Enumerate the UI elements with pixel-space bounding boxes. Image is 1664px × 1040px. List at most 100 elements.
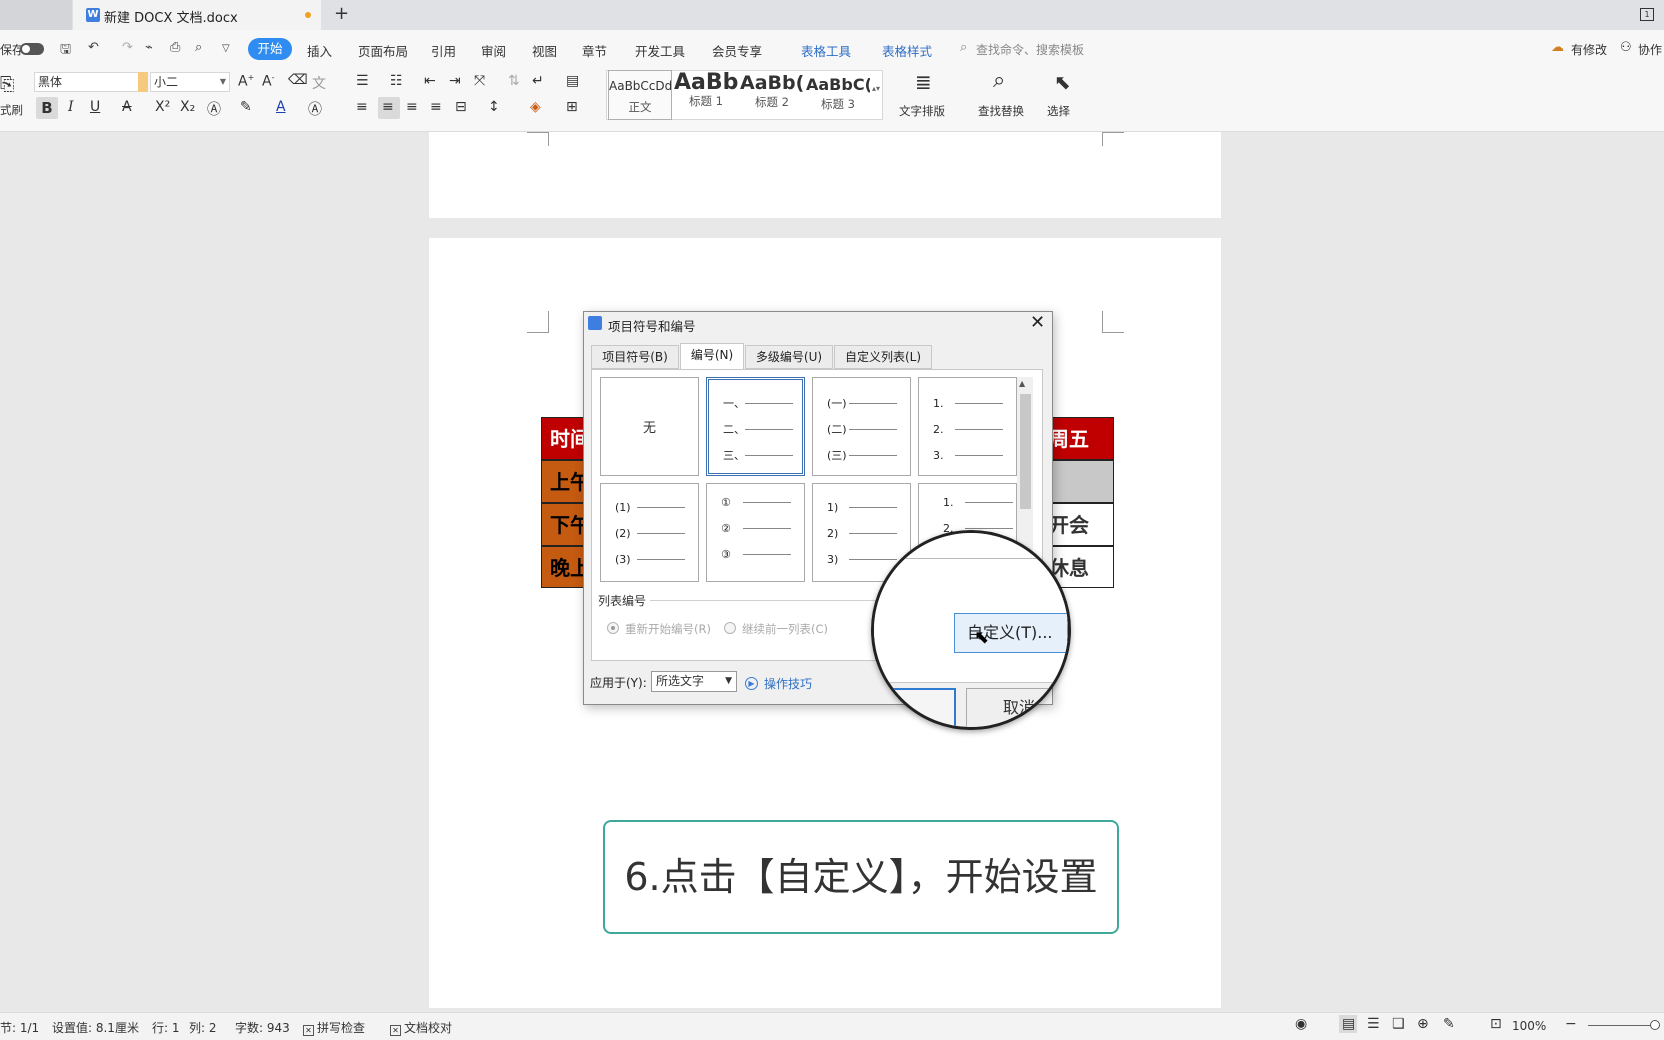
phonetic-icon[interactable]: 文 [312, 73, 326, 93]
collaborate-button[interactable]: 协作 [1638, 41, 1662, 58]
underline-button[interactable]: U [90, 99, 100, 115]
menu-references[interactable]: 引用 [431, 41, 456, 60]
select-button[interactable]: 选择 [1047, 103, 1070, 119]
numbered-list-icon[interactable]: ☷ [390, 73, 403, 89]
tab-previous[interactable] [0, 0, 72, 30]
close-icon[interactable]: ✕ [1030, 312, 1045, 333]
menu-start[interactable]: 开始 [248, 38, 292, 60]
web-view-icon[interactable]: ⊕ [1417, 1016, 1429, 1032]
sort-icon[interactable]: ⇅ [508, 73, 520, 89]
has-changes-button[interactable]: 有修改 [1571, 41, 1607, 58]
menu-page-layout[interactable]: 页面布局 [358, 41, 408, 60]
style-heading-1[interactable]: AaBb 标题 1 [674, 70, 738, 120]
style-heading-3[interactable]: AaBbC( 标题 3 [806, 70, 870, 120]
print-preview-icon[interactable]: ⌕ [195, 40, 202, 55]
autosave-toggle[interactable] [20, 43, 44, 55]
show-marks-icon[interactable]: ↵ [532, 73, 544, 89]
menu-chapter[interactable]: 章节 [582, 41, 607, 60]
font-name-select[interactable]: 黑体 [34, 72, 148, 92]
numbering-option-paren-decimal[interactable]: (1) (2) (3) [600, 483, 699, 582]
font-name-dropdown-icon[interactable] [138, 72, 148, 92]
customize-dropdown-icon[interactable]: ▽ [222, 43, 230, 54]
highlight-icon[interactable]: ✎ [240, 99, 252, 115]
ruler-icon[interactable]: ▤ [566, 73, 579, 89]
undo-icon[interactable]: ↶ [88, 40, 99, 55]
spell-check-button[interactable]: ✕ 拼写检查 [303, 1019, 365, 1036]
format-painter-big-icon[interactable]: ⎘ [0, 74, 14, 95]
grow-font-icon[interactable]: A+ [238, 73, 254, 90]
find-replace-button[interactable]: 查找替换 [978, 103, 1024, 119]
print-icon[interactable]: ⎙ [170, 40, 180, 55]
subscript-icon[interactable]: X₂ [180, 99, 195, 115]
edit-view-icon[interactable]: ✎ [1443, 1016, 1455, 1032]
numbering-option-none[interactable]: 无 [600, 377, 699, 476]
table-header-cell[interactable]: 周五 [1046, 417, 1114, 460]
window-layout-icon[interactable]: 1 [1640, 8, 1654, 21]
tips-link[interactable]: 操作技巧 [764, 675, 812, 692]
eye-protection-icon[interactable]: ◉ [1295, 1016, 1307, 1032]
italic-button[interactable]: I [68, 99, 74, 115]
status-section[interactable]: 节: 1/1 [0, 1019, 39, 1036]
increase-indent-icon[interactable]: ⇥ [449, 73, 461, 89]
tab-bullets[interactable]: 项目符号(B) [591, 345, 679, 369]
chinese-layout-icon[interactable]: ⤧ [474, 73, 485, 89]
reading-view-icon[interactable]: ❑ [1392, 1016, 1405, 1032]
numbering-option-chinese[interactable]: 一、 二、 三、 [706, 377, 805, 476]
menu-table-tools[interactable]: 表格工具 [801, 41, 851, 60]
bold-button[interactable]: B [36, 97, 58, 119]
text-effect-icon[interactable]: Ⓐ [207, 99, 221, 119]
menu-review[interactable]: 审阅 [481, 41, 506, 60]
table-cell[interactable]: 下午 [541, 503, 585, 546]
custom-button[interactable]: 自定义(T)... [954, 613, 1068, 653]
strikethrough-icon[interactable]: A [122, 99, 132, 115]
text-layout-icon[interactable]: ≣ [915, 70, 932, 94]
text-layout-button[interactable]: 文字排版 [899, 103, 945, 119]
style-scroll-icon[interactable]: ▴▾ [872, 84, 880, 93]
continue-numbering-radio[interactable] [724, 622, 736, 634]
ok-button[interactable]: 定 [884, 688, 956, 727]
zoom-level[interactable]: 100% [1512, 1019, 1546, 1033]
fit-page-icon[interactable]: ⊡ [1490, 1016, 1502, 1032]
new-tab-button[interactable]: + [334, 3, 349, 24]
clear-format-icon[interactable]: ⌫ [288, 72, 308, 88]
table-header-cell[interactable]: 时间 [541, 417, 585, 460]
save-icon[interactable]: 🖫 [60, 40, 71, 62]
menu-view[interactable]: 视图 [532, 41, 557, 60]
align-right-icon[interactable]: ≡ [406, 99, 418, 115]
zoom-slider-handle[interactable] [1650, 1020, 1660, 1030]
find-replace-icon[interactable]: ⌕ [993, 68, 1005, 93]
status-word-count[interactable]: 字数: 943 [235, 1019, 290, 1036]
restart-numbering-radio[interactable] [607, 622, 619, 634]
menu-insert[interactable]: 插入 [307, 41, 332, 60]
format-painter-icon[interactable]: ⌁ [145, 40, 153, 55]
tab-numbering[interactable]: 编号(N) [680, 343, 744, 370]
cancel-button[interactable]: 取消 [966, 688, 1066, 727]
shrink-font-icon[interactable]: A- [262, 73, 274, 90]
style-normal[interactable]: AaBbCcDd 正文 [608, 70, 672, 120]
superscript-icon[interactable]: X² [155, 99, 170, 115]
tab-multilevel[interactable]: 多级编号(U) [745, 345, 833, 369]
outline-view-icon[interactable]: ☰ [1367, 1016, 1380, 1032]
shading-icon[interactable]: ◈ [530, 99, 541, 115]
status-setting[interactable]: 设置值: 8.1厘米 [52, 1019, 139, 1036]
justify-icon[interactable]: ≡ [430, 99, 442, 115]
numbering-option-decimal-dot[interactable]: 1. 2. 3. [918, 377, 1017, 476]
table-cell[interactable] [1046, 460, 1114, 503]
scrollbar-thumb[interactable] [1020, 394, 1031, 509]
zoom-slider[interactable] [1588, 1025, 1654, 1026]
numbering-option-paren-chinese[interactable]: (一) (二) (三) [812, 377, 911, 476]
command-search[interactable]: 查找命令、搜索模板 [976, 41, 1084, 58]
align-left-icon[interactable]: ≡ [356, 99, 368, 115]
font-color-icon[interactable]: A [276, 99, 286, 115]
table-cell[interactable]: 晚上 [541, 546, 585, 588]
font-size-select[interactable]: 小二 ▼ [150, 72, 230, 92]
doc-proof-button[interactable]: ✕ 文档校对 [390, 1019, 452, 1036]
redo-icon[interactable]: ↷ [122, 40, 133, 55]
apply-to-select[interactable]: 所选文字 ▼ [651, 671, 737, 692]
numbering-option-circled[interactable]: ① ② ③ [706, 483, 805, 582]
menu-developer[interactable]: 开发工具 [635, 41, 685, 60]
table-cell[interactable]: 上午 [541, 460, 585, 503]
zoom-out-icon[interactable]: − [1565, 1016, 1577, 1032]
menu-table-style[interactable]: 表格样式 [882, 41, 932, 60]
borders-icon[interactable]: ⊞ [566, 99, 578, 115]
